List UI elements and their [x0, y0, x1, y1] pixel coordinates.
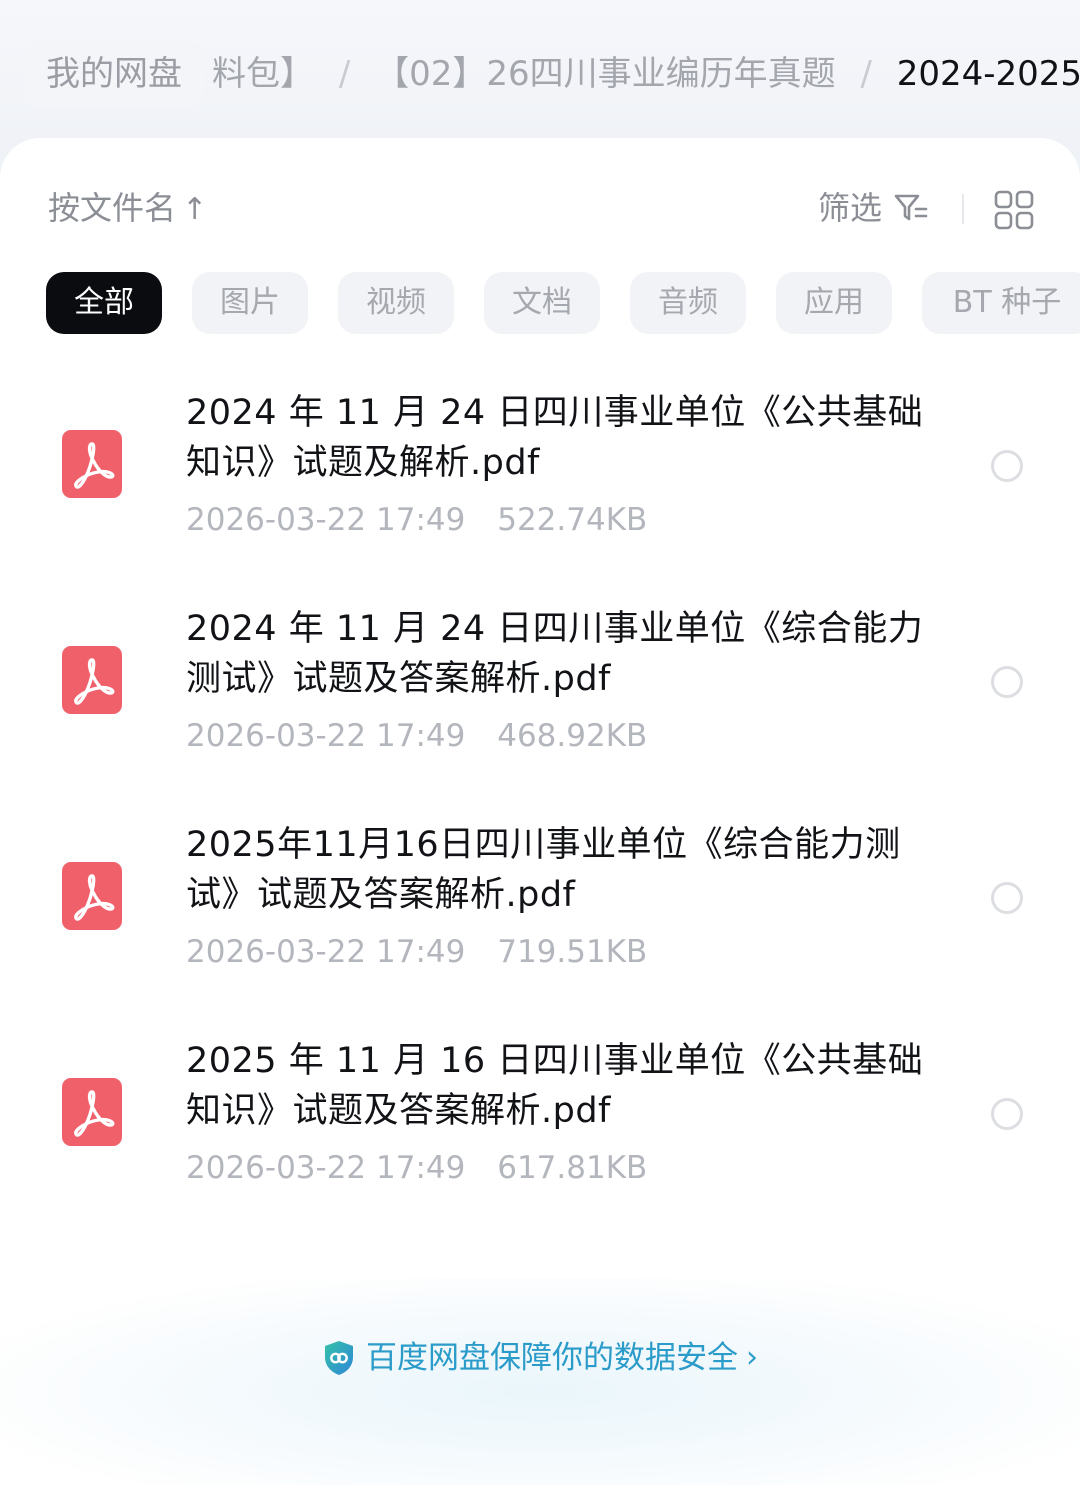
file-size: 719.51KB	[497, 934, 648, 970]
file-meta: 2026-03-22 17:49 617.81KB	[186, 1148, 647, 1188]
select-radio[interactable]	[991, 666, 1023, 698]
file-date: 2026-03-22	[186, 502, 367, 538]
file-meta: 2026-03-22 17:49 719.51KB	[186, 932, 647, 972]
file-meta: 2026-03-22 17:49 522.74KB	[186, 500, 647, 540]
breadcrumb-current: 2024-2025	[896, 54, 1080, 94]
data-security-banner[interactable]: 百度网盘保障你的数据安全 ›	[0, 1336, 1080, 1380]
filter-label: 筛选	[818, 189, 883, 227]
breadcrumb-trail: 料包】 / 【02】26四川事业编历年真题 / 2024-2025	[212, 42, 1080, 106]
tab-apps[interactable]: 应用	[776, 272, 892, 334]
tab-documents[interactable]: 文档	[484, 272, 600, 334]
file-list-item[interactable]: 2025年11月16日四川事业单位《综合能力测试》试题及答案解析.pdf 202…	[0, 820, 1080, 1020]
file-list-item[interactable]: 2024 年 11 月 24 日四川事业单位《综合能力测试》试题及答案解析.pd…	[0, 604, 1080, 804]
grid-view-icon[interactable]	[994, 190, 1034, 230]
file-date: 2026-03-22	[186, 718, 367, 754]
data-security-link: 百度网盘保障你的数据安全 ›	[322, 1336, 758, 1380]
pdf-icon	[62, 862, 122, 930]
breadcrumb-separator: /	[860, 54, 872, 94]
tab-audio[interactable]: 音频	[630, 272, 746, 334]
file-time: 17:49	[376, 1150, 466, 1186]
file-list-item[interactable]: 2024 年 11 月 24 日四川事业单位《公共基础知识》试题及解析.pdf …	[0, 388, 1080, 588]
select-radio[interactable]	[991, 1098, 1023, 1130]
toolbar-divider	[962, 194, 964, 224]
file-date: 2026-03-22	[186, 934, 367, 970]
pdf-icon	[62, 430, 122, 498]
tab-all[interactable]: 全部	[46, 272, 162, 334]
file-name: 2025 年 11 月 16 日四川事业单位《公共基础知识》试题及答案解析.pd…	[186, 1041, 924, 1131]
breadcrumb-item-2[interactable]: 【02】26四川事业编历年真题	[375, 54, 836, 94]
filter-button[interactable]: 筛选	[818, 188, 928, 228]
category-tabs: 全部 图片 视频 文档 音频 应用 BT 种子	[46, 272, 1080, 334]
pdf-icon	[62, 646, 122, 714]
file-size: 522.74KB	[497, 502, 648, 538]
sort-by-filename-button[interactable]: 按文件名 ↑	[48, 188, 207, 230]
file-name: 2024 年 11 月 24 日四川事业单位《公共基础知识》试题及解析.pdf	[186, 393, 924, 483]
select-radio[interactable]	[991, 450, 1023, 482]
filter-icon	[894, 194, 928, 221]
file-size: 617.81KB	[497, 1150, 648, 1186]
file-time: 17:49	[376, 718, 466, 754]
sort-ascending-icon: ↑	[182, 192, 208, 227]
file-time: 17:49	[376, 934, 466, 970]
file-list-item[interactable]: 2025 年 11 月 16 日四川事业单位《公共基础知识》试题及答案解析.pd…	[0, 1036, 1080, 1236]
file-name: 2025年11月16日四川事业单位《综合能力测试》试题及答案解析.pdf	[186, 825, 901, 915]
tab-bt-torrents[interactable]: BT 种子	[922, 272, 1080, 334]
file-size: 468.92KB	[497, 718, 648, 754]
tab-videos[interactable]: 视频	[338, 272, 454, 334]
shield-icon	[325, 1341, 353, 1375]
data-security-text: 百度网盘保障你的数据安全	[366, 1340, 738, 1376]
chevron-right-icon: ›	[746, 1340, 758, 1375]
sort-label: 按文件名	[48, 189, 177, 227]
tab-images[interactable]: 图片	[192, 272, 308, 334]
breadcrumb-root[interactable]: 我的网盘	[24, 42, 204, 106]
pdf-icon	[62, 1078, 122, 1146]
file-list-card: 按文件名 ↑ 筛选 全部 图片 视频 文档 音频 应用 BT 种子 2024 年 …	[0, 138, 1080, 1485]
file-meta: 2026-03-22 17:49 468.92KB	[186, 716, 647, 756]
breadcrumb: 我的网盘 料包】 / 【02】26四川事业编历年真题 / 2024-2025	[0, 38, 1080, 110]
footer-background	[0, 1278, 1080, 1485]
select-radio[interactable]	[991, 882, 1023, 914]
file-date: 2026-03-22	[186, 1150, 367, 1186]
breadcrumb-separator: /	[338, 54, 351, 94]
file-name: 2024 年 11 月 24 日四川事业单位《综合能力测试》试题及答案解析.pd…	[186, 609, 924, 699]
breadcrumb-item-1[interactable]: 料包】	[212, 54, 314, 94]
file-time: 17:49	[376, 502, 466, 538]
